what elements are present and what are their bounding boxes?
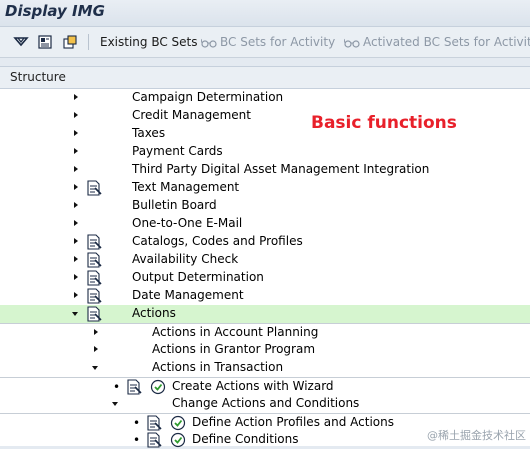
tree-node-label: Actions in Account Planning <box>152 325 319 339</box>
documentation-icon[interactable] <box>126 379 142 395</box>
tree-row[interactable]: Payment Cards <box>0 143 530 161</box>
leaf-bullet-icon: • <box>133 416 141 430</box>
tree-row[interactable]: Actions <box>0 305 530 323</box>
leaf-bullet-icon: • <box>133 433 141 447</box>
expand-node-icon[interactable] <box>74 220 78 226</box>
expand-node-icon[interactable] <box>74 166 78 172</box>
tree-node-label: Third Party Digital Asset Management Int… <box>132 162 430 176</box>
expand-node-icon[interactable] <box>74 274 78 280</box>
where-used-icon[interactable] <box>62 34 78 50</box>
documentation-icon[interactable] <box>146 432 162 448</box>
tree-node-label: Create Actions with Wizard <box>172 379 334 393</box>
title-bar: Display IMG <box>0 0 530 27</box>
tree-node-label: Date Management <box>132 288 244 302</box>
documentation-icon[interactable] <box>146 415 162 431</box>
documentation-icon[interactable] <box>86 288 102 304</box>
watermark: @稀土掘金技术社区 <box>427 429 526 442</box>
collapse-node-icon[interactable] <box>92 366 98 370</box>
expand-node-icon[interactable] <box>74 148 78 154</box>
window-title: Display IMG <box>5 2 105 20</box>
annotation-text: Basic functions <box>311 113 457 133</box>
tree-row[interactable]: • Create Actions with Wizard <box>0 377 530 396</box>
tree-node-label: Campaign Determination <box>132 90 284 104</box>
structure-header-label: Structure <box>10 70 66 84</box>
tree-row[interactable]: Text Management <box>0 179 530 197</box>
expand-node-icon[interactable] <box>74 238 78 244</box>
tree-node-label: Actions in Transaction <box>152 360 284 374</box>
expand-node-icon[interactable] <box>74 112 78 118</box>
tree-node-label: Availability Check <box>132 252 239 266</box>
documentation-icon[interactable] <box>86 252 102 268</box>
tree-node-label: Catalogs, Codes and Profiles <box>132 234 303 248</box>
activated-bc-sets-for-activity-button[interactable]: Activated BC Sets for Activity <box>344 35 530 49</box>
expand-subtree-icon[interactable] <box>13 34 29 50</box>
tree-node-label: Payment Cards <box>132 144 223 158</box>
tree-row[interactable]: Campaign Determination <box>0 89 530 107</box>
tree-row[interactable]: Change Actions and Conditions <box>0 395 530 413</box>
documentation-icon[interactable] <box>86 270 102 286</box>
glasses-icon <box>344 38 360 48</box>
execute-activity-icon[interactable] <box>150 379 166 395</box>
expand-node-icon[interactable] <box>74 292 78 298</box>
tree-node-label: Define Action Profiles and Actions <box>192 415 394 429</box>
expand-node-icon[interactable] <box>74 256 78 262</box>
documentation-icon[interactable] <box>86 180 102 196</box>
tree-node-label: Bulletin Board <box>132 198 217 212</box>
application-toolbar: Existing BC Sets BC Sets for Activity Ac… <box>0 27 530 58</box>
expand-node-icon[interactable] <box>74 184 78 190</box>
tree-row[interactable]: Actions in Grantor Program <box>0 341 530 359</box>
tree-node-label: Text Management <box>132 180 240 194</box>
expand-node-icon[interactable] <box>74 94 78 100</box>
expand-node-icon[interactable] <box>74 130 78 136</box>
tree-row[interactable]: Availability Check <box>0 251 530 269</box>
expand-node-icon[interactable] <box>94 329 98 335</box>
bc-sets-for-activity-button[interactable]: BC Sets for Activity <box>201 35 335 49</box>
documentation-icon[interactable] <box>37 34 53 50</box>
expand-node-icon[interactable] <box>74 202 78 208</box>
existing-bc-sets-button[interactable]: Existing BC Sets <box>100 35 198 49</box>
tree-row[interactable]: Third Party Digital Asset Management Int… <box>0 161 530 179</box>
tree-row[interactable]: Bulletin Board <box>0 197 530 215</box>
tree-node-label: Define Conditions <box>192 432 299 446</box>
execute-activity-icon[interactable] <box>170 432 186 448</box>
tree-row[interactable]: One-to-One E-Mail <box>0 215 530 233</box>
collapse-node-icon[interactable] <box>72 312 78 316</box>
tree-node-label: One-to-One E-Mail <box>132 216 243 230</box>
tree-node-label: Actions <box>132 306 176 320</box>
tree-node-label: Actions in Grantor Program <box>152 342 316 356</box>
tree-node-label: Output Determination <box>132 270 264 284</box>
expand-node-icon[interactable] <box>94 346 98 352</box>
documentation-icon[interactable] <box>86 234 102 250</box>
tree-row[interactable]: Actions in Transaction <box>0 359 530 377</box>
documentation-icon[interactable] <box>86 306 102 322</box>
tree-node-label: Credit Management <box>132 108 251 122</box>
tree-node-label: Taxes <box>132 126 166 140</box>
tree-node-label: Change Actions and Conditions <box>172 396 360 410</box>
execute-activity-icon[interactable] <box>170 415 186 431</box>
tree-row[interactable]: Actions in Account Planning <box>0 323 530 342</box>
glasses-icon <box>201 38 217 48</box>
tree-row[interactable]: Catalogs, Codes and Profiles <box>0 233 530 251</box>
tree-column-header: Structure <box>0 67 530 89</box>
toolbar-separator <box>88 34 89 50</box>
leaf-bullet-icon: • <box>113 380 121 394</box>
tree-row[interactable]: Output Determination <box>0 269 530 287</box>
collapse-node-icon[interactable] <box>112 402 118 406</box>
tree-row[interactable]: Date Management <box>0 287 530 305</box>
